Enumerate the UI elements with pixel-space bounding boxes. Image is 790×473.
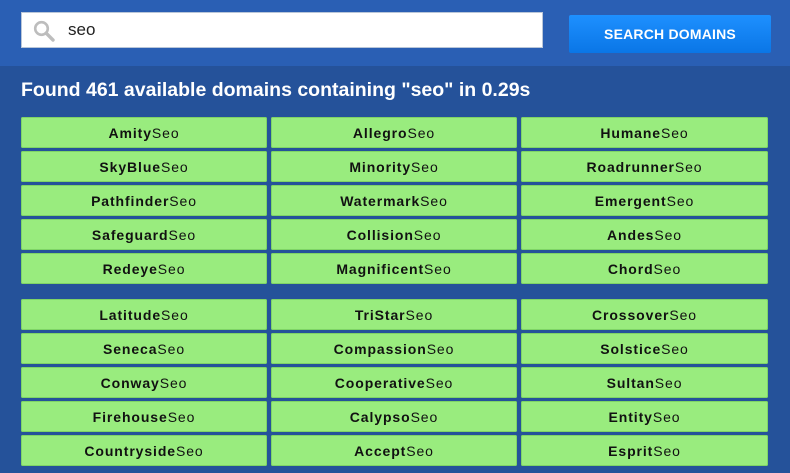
domain-result[interactable]: TriStar Seo (271, 299, 517, 330)
domain-name: Firehouse (92, 408, 168, 425)
domain-result[interactable]: Countryside Seo (21, 435, 267, 466)
domain-name: Safeguard (91, 226, 169, 243)
domain-grid-1: Amity Seo Allegro Seo Humane Seo SkyBlue Seo… (21, 117, 769, 284)
domain-result[interactable]: Collision Seo (271, 219, 517, 250)
domain-name: Humane (600, 124, 661, 141)
domain-suffix: Seo (653, 260, 682, 277)
domain-suffix: Seo (413, 226, 442, 243)
domain-suffix: Seo (410, 408, 439, 425)
domain-name: Compassion (333, 340, 427, 357)
domain-suffix: Seo (151, 124, 180, 141)
domain-suffix: Seo (160, 158, 189, 175)
domain-result[interactable]: Crossover Seo (521, 299, 768, 330)
domain-suffix: Seo (669, 306, 697, 323)
domain-result[interactable]: Emergent Seo (521, 185, 768, 216)
domain-result[interactable]: Calypso Seo (271, 401, 517, 432)
domain-suffix: Seo (654, 374, 683, 391)
domain-name: TriStar (354, 306, 406, 323)
domain-result[interactable]: Magnificent Seo (271, 253, 517, 284)
domain-name: Latitude (99, 306, 162, 323)
domain-suffix: Seo (661, 124, 689, 141)
domain-result[interactable]: Entity Seo (521, 401, 768, 432)
domain-name: Chord (607, 260, 654, 277)
domain-result[interactable]: Solstice Seo (521, 333, 768, 364)
domain-suffix: Seo (406, 442, 434, 459)
domain-result[interactable]: Firehouse Seo (21, 401, 267, 432)
domain-suffix: Seo (654, 226, 682, 243)
domain-result[interactable]: Minority Seo (271, 151, 517, 182)
search-input[interactable] (68, 13, 528, 47)
domain-name: Pathfinder (91, 192, 170, 209)
domain-result[interactable]: SkyBlue Seo (21, 151, 267, 182)
domain-suffix: Seo (666, 192, 695, 209)
domain-name: Collision (346, 226, 414, 243)
domain-result[interactable]: Sultan Seo (521, 367, 768, 398)
domain-result[interactable]: Conway Seo (21, 367, 267, 398)
domain-suffix: Seo (157, 340, 186, 357)
domain-suffix: Seo (157, 260, 186, 277)
domain-name: Emergent (594, 192, 667, 209)
domain-suffix: Seo (426, 340, 455, 357)
domain-name: Calypso (349, 408, 411, 425)
domain-suffix: Seo (167, 408, 196, 425)
domain-result[interactable]: Watermark Seo (271, 185, 517, 216)
domain-name: Cooperative (334, 374, 426, 391)
domain-suffix: Seo (411, 158, 439, 175)
domain-result[interactable]: Chord Seo (521, 253, 768, 284)
domain-name: Watermark (340, 192, 421, 209)
domain-suffix: Seo (674, 158, 703, 175)
domain-suffix: Seo (407, 124, 436, 141)
domain-suffix: Seo (168, 226, 197, 243)
search-box[interactable] (21, 12, 543, 48)
domain-name: Redeye (102, 260, 158, 277)
domain-name: Magnificent (336, 260, 425, 277)
domain-name: Amity (108, 124, 152, 141)
domain-name: Crossover (592, 306, 670, 323)
domain-result[interactable]: Andes Seo (521, 219, 768, 250)
domain-suffix: Seo (159, 374, 188, 391)
domain-result[interactable]: Pathfinder Seo (21, 185, 267, 216)
domain-result[interactable]: Allegro Seo (271, 117, 517, 148)
domain-name: Solstice (600, 340, 662, 357)
domain-name: Minority (349, 158, 412, 175)
domain-name: Countryside (84, 442, 176, 459)
domain-result[interactable]: Latitude Seo (21, 299, 267, 330)
domain-result[interactable]: Compassion Seo (271, 333, 517, 364)
domain-result[interactable]: Humane Seo (521, 117, 768, 148)
results-summary: Found 461 available domains containing "… (21, 79, 531, 101)
domain-name: Andes (607, 226, 655, 243)
domain-suffix: Seo (652, 408, 681, 425)
domain-name: Sultan (606, 374, 655, 391)
domain-name: SkyBlue (99, 158, 161, 175)
domain-suffix: Seo (169, 192, 197, 209)
domain-suffix: Seo (424, 260, 452, 277)
domain-name: Conway (100, 374, 160, 391)
domain-result[interactable]: Accept Seo (271, 435, 517, 466)
domain-name: Esprit (608, 442, 654, 459)
search-domains-button[interactable]: SEARCH DOMAINS (569, 15, 771, 53)
search-icon (33, 20, 55, 42)
domain-name: Seneca (102, 340, 158, 357)
domain-result[interactable]: Amity Seo (21, 117, 267, 148)
top-bar: SEARCH DOMAINS (0, 0, 790, 66)
domain-result[interactable]: Cooperative Seo (271, 367, 517, 398)
domain-suffix: Seo (405, 306, 434, 323)
domain-suffix: Seo (653, 442, 681, 459)
domain-name: Accept (354, 442, 407, 459)
domain-result[interactable]: Roadrunner Seo (521, 151, 768, 182)
domain-suffix: Seo (175, 442, 204, 459)
domain-suffix: Seo (161, 306, 189, 323)
domain-result[interactable]: Redeye Seo (21, 253, 267, 284)
domain-grid-2: Latitude Seo TriStar Seo Crossover Seo Sene… (21, 299, 769, 466)
domain-name: Roadrunner (586, 158, 675, 175)
domain-name: Entity (608, 408, 653, 425)
domain-name: Allegro (352, 124, 408, 141)
domain-suffix: Seo (425, 374, 454, 391)
domain-result[interactable]: Seneca Seo (21, 333, 267, 364)
domain-suffix: Seo (420, 192, 448, 209)
domain-suffix: Seo (661, 340, 689, 357)
domain-result[interactable]: Esprit Seo (521, 435, 768, 466)
domain-result[interactable]: Safeguard Seo (21, 219, 267, 250)
